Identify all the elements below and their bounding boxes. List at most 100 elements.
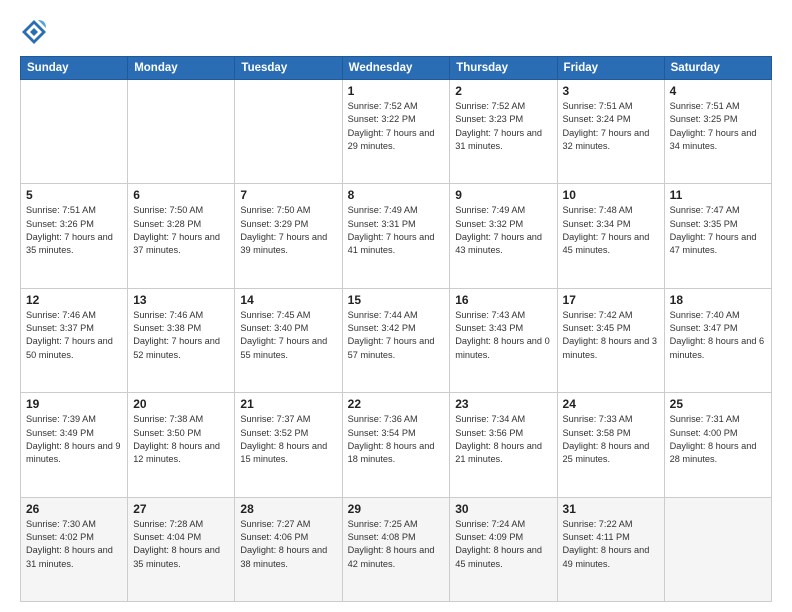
day-info: Sunrise: 7:39 AM Sunset: 3:49 PM Dayligh… [26, 413, 122, 466]
day-number: 19 [26, 397, 122, 411]
weekday-header-monday: Monday [128, 57, 235, 80]
day-number: 6 [133, 188, 229, 202]
day-info: Sunrise: 7:24 AM Sunset: 4:09 PM Dayligh… [455, 518, 551, 571]
calendar: SundayMondayTuesdayWednesdayThursdayFrid… [20, 56, 772, 602]
weekday-header-row: SundayMondayTuesdayWednesdayThursdayFrid… [21, 57, 772, 80]
day-number: 21 [240, 397, 336, 411]
calendar-cell [235, 80, 342, 184]
weekday-header-tuesday: Tuesday [235, 57, 342, 80]
calendar-cell: 20 Sunrise: 7:38 AM Sunset: 3:50 PM Dayli… [128, 393, 235, 497]
day-number: 31 [563, 502, 659, 516]
day-number: 28 [240, 502, 336, 516]
week-row-1: 5Sunrise: 7:51 AM Sunset: 3:26 PM Daylig… [21, 184, 772, 288]
calendar-cell: 5Sunrise: 7:51 AM Sunset: 3:26 PM Daylig… [21, 184, 128, 288]
day-info: Sunrise: 7:27 AM Sunset: 4:06 PM Dayligh… [240, 518, 336, 571]
day-number: 27 [133, 502, 229, 516]
header [20, 18, 772, 46]
logo [20, 18, 52, 46]
day-info: Sunrise: 7:50 AM Sunset: 3:28 PM Dayligh… [133, 204, 229, 257]
calendar-cell: 23 Sunrise: 7:34 AM Sunset: 3:56 PM Dayli… [450, 393, 557, 497]
calendar-cell: 1Sunrise: 7:52 AM Sunset: 3:22 PM Daylig… [342, 80, 450, 184]
day-info: Sunrise: 7:48 AM Sunset: 3:34 PM Dayligh… [563, 204, 659, 257]
calendar-cell: 2 Sunrise: 7:52 AM Sunset: 3:23 PM Daylig… [450, 80, 557, 184]
day-info: Sunrise: 7:44 AM Sunset: 3:42 PM Dayligh… [348, 309, 445, 362]
calendar-cell: 22 Sunrise: 7:36 AM Sunset: 3:54 PM Dayli… [342, 393, 450, 497]
week-row-3: 19 Sunrise: 7:39 AM Sunset: 3:49 PM Dayli… [21, 393, 772, 497]
day-info: Sunrise: 7:40 AM Sunset: 3:47 PM Dayligh… [670, 309, 766, 362]
day-info: Sunrise: 7:31 AM Sunset: 4:00 PM Dayligh… [670, 413, 766, 466]
calendar-cell: 15Sunrise: 7:44 AM Sunset: 3:42 PM Dayli… [342, 288, 450, 392]
day-number: 24 [563, 397, 659, 411]
calendar-cell: 26Sunrise: 7:30 AM Sunset: 4:02 PM Dayli… [21, 497, 128, 601]
calendar-cell: 21 Sunrise: 7:37 AM Sunset: 3:52 PM Dayli… [235, 393, 342, 497]
day-number: 2 [455, 84, 551, 98]
day-info: Sunrise: 7:52 AM Sunset: 3:23 PM Dayligh… [455, 100, 551, 153]
calendar-cell: 29Sunrise: 7:25 AM Sunset: 4:08 PM Dayli… [342, 497, 450, 601]
day-number: 8 [348, 188, 445, 202]
calendar-cell: 9 Sunrise: 7:49 AM Sunset: 3:32 PM Daylig… [450, 184, 557, 288]
calendar-cell: 17 Sunrise: 7:42 AM Sunset: 3:45 PM Dayli… [557, 288, 664, 392]
week-row-2: 12 Sunrise: 7:46 AM Sunset: 3:37 PM Dayli… [21, 288, 772, 392]
day-number: 11 [670, 188, 766, 202]
day-number: 22 [348, 397, 445, 411]
week-row-0: 1Sunrise: 7:52 AM Sunset: 3:22 PM Daylig… [21, 80, 772, 184]
calendar-cell: 10Sunrise: 7:48 AM Sunset: 3:34 PM Dayli… [557, 184, 664, 288]
weekday-header-thursday: Thursday [450, 57, 557, 80]
day-number: 17 [563, 293, 659, 307]
calendar-cell: 28 Sunrise: 7:27 AM Sunset: 4:06 PM Dayli… [235, 497, 342, 601]
calendar-cell: 8 Sunrise: 7:49 AM Sunset: 3:31 PM Daylig… [342, 184, 450, 288]
day-number: 12 [26, 293, 122, 307]
day-number: 29 [348, 502, 445, 516]
calendar-cell: 30 Sunrise: 7:24 AM Sunset: 4:09 PM Dayli… [450, 497, 557, 601]
calendar-cell: 18 Sunrise: 7:40 AM Sunset: 3:47 PM Dayli… [664, 288, 771, 392]
calendar-cell: 4 Sunrise: 7:51 AM Sunset: 3:25 PM Daylig… [664, 80, 771, 184]
day-info: Sunrise: 7:30 AM Sunset: 4:02 PM Dayligh… [26, 518, 122, 571]
weekday-header-saturday: Saturday [664, 57, 771, 80]
day-info: Sunrise: 7:46 AM Sunset: 3:37 PM Dayligh… [26, 309, 122, 362]
day-info: Sunrise: 7:49 AM Sunset: 3:32 PM Dayligh… [455, 204, 551, 257]
calendar-cell: 25 Sunrise: 7:31 AM Sunset: 4:00 PM Dayli… [664, 393, 771, 497]
day-info: Sunrise: 7:37 AM Sunset: 3:52 PM Dayligh… [240, 413, 336, 466]
day-info: Sunrise: 7:47 AM Sunset: 3:35 PM Dayligh… [670, 204, 766, 257]
weekday-header-wednesday: Wednesday [342, 57, 450, 80]
day-number: 18 [670, 293, 766, 307]
day-info: Sunrise: 7:22 AM Sunset: 4:11 PM Dayligh… [563, 518, 659, 571]
calendar-cell: 3Sunrise: 7:51 AM Sunset: 3:24 PM Daylig… [557, 80, 664, 184]
calendar-cell: 13Sunrise: 7:46 AM Sunset: 3:38 PM Dayli… [128, 288, 235, 392]
day-number: 25 [670, 397, 766, 411]
day-info: Sunrise: 7:34 AM Sunset: 3:56 PM Dayligh… [455, 413, 551, 466]
day-info: Sunrise: 7:49 AM Sunset: 3:31 PM Dayligh… [348, 204, 445, 257]
day-info: Sunrise: 7:51 AM Sunset: 3:25 PM Dayligh… [670, 100, 766, 153]
calendar-cell: 11 Sunrise: 7:47 AM Sunset: 3:35 PM Dayli… [664, 184, 771, 288]
day-info: Sunrise: 7:38 AM Sunset: 3:50 PM Dayligh… [133, 413, 229, 466]
calendar-cell [664, 497, 771, 601]
day-info: Sunrise: 7:50 AM Sunset: 3:29 PM Dayligh… [240, 204, 336, 257]
day-number: 4 [670, 84, 766, 98]
calendar-cell: 19 Sunrise: 7:39 AM Sunset: 3:49 PM Dayli… [21, 393, 128, 497]
day-number: 9 [455, 188, 551, 202]
calendar-cell [128, 80, 235, 184]
day-number: 3 [563, 84, 659, 98]
weekday-header-sunday: Sunday [21, 57, 128, 80]
calendar-cell: 6 Sunrise: 7:50 AM Sunset: 3:28 PM Daylig… [128, 184, 235, 288]
day-number: 20 [133, 397, 229, 411]
day-info: Sunrise: 7:36 AM Sunset: 3:54 PM Dayligh… [348, 413, 445, 466]
day-info: Sunrise: 7:42 AM Sunset: 3:45 PM Dayligh… [563, 309, 659, 362]
calendar-cell: 24 Sunrise: 7:33 AM Sunset: 3:58 PM Dayli… [557, 393, 664, 497]
calendar-cell: 31 Sunrise: 7:22 AM Sunset: 4:11 PM Dayli… [557, 497, 664, 601]
day-info: Sunrise: 7:45 AM Sunset: 3:40 PM Dayligh… [240, 309, 336, 362]
day-info: Sunrise: 7:33 AM Sunset: 3:58 PM Dayligh… [563, 413, 659, 466]
day-info: Sunrise: 7:51 AM Sunset: 3:26 PM Dayligh… [26, 204, 122, 257]
day-number: 1 [348, 84, 445, 98]
day-number: 23 [455, 397, 551, 411]
day-info: Sunrise: 7:28 AM Sunset: 4:04 PM Dayligh… [133, 518, 229, 571]
calendar-cell: 27 Sunrise: 7:28 AM Sunset: 4:04 PM Dayli… [128, 497, 235, 601]
page: SundayMondayTuesdayWednesdayThursdayFrid… [0, 0, 792, 612]
calendar-cell: 14Sunrise: 7:45 AM Sunset: 3:40 PM Dayli… [235, 288, 342, 392]
calendar-cell: 7 Sunrise: 7:50 AM Sunset: 3:29 PM Daylig… [235, 184, 342, 288]
day-number: 30 [455, 502, 551, 516]
day-number: 16 [455, 293, 551, 307]
logo-icon [20, 18, 48, 46]
day-info: Sunrise: 7:43 AM Sunset: 3:43 PM Dayligh… [455, 309, 551, 362]
day-number: 7 [240, 188, 336, 202]
